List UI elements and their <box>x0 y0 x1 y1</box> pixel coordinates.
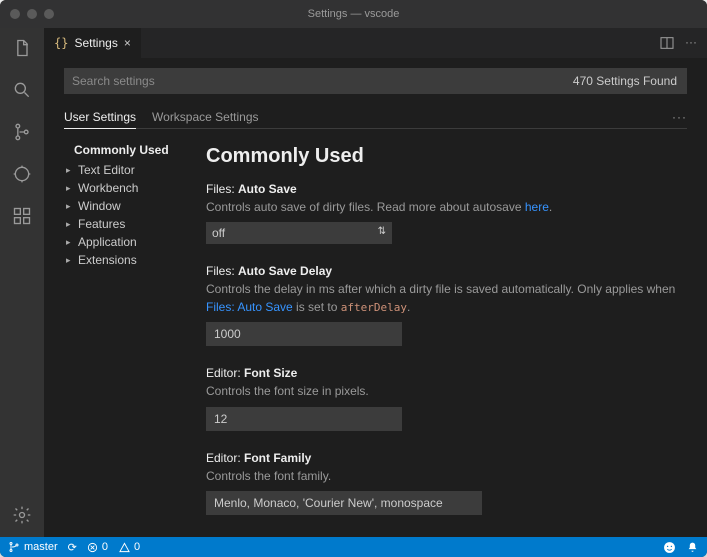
tree-item-workbench[interactable]: ▸Workbench <box>64 179 194 197</box>
titlebar: Settings — vscode <box>0 0 707 28</box>
chevron-right-icon: ▸ <box>66 255 74 266</box>
setting-title: Editor: Font Size <box>206 366 683 380</box>
setting-font-family: Editor: Font Family Controls the font fa… <box>206 451 683 515</box>
chevron-right-icon: ▸ <box>66 201 74 212</box>
tab-actions: ··· <box>659 35 707 51</box>
status-bar: master ⟳ 0 0 <box>0 537 707 557</box>
close-tab-button[interactable]: × <box>124 36 131 50</box>
status-branch[interactable]: master <box>8 541 58 553</box>
chevron-right-icon: ▸ <box>66 183 74 194</box>
setting-description: Controls the delay in ms after which a d… <box>206 281 683 316</box>
settings-content: 470 Settings Found User Settings Workspa… <box>44 58 707 537</box>
search-input[interactable] <box>64 68 563 94</box>
auto-save-select[interactable]: off <box>206 222 392 244</box>
tab-label: Settings <box>74 36 117 50</box>
source-control-icon[interactable] <box>10 120 34 144</box>
files-icon[interactable] <box>10 36 34 60</box>
debug-icon[interactable] <box>10 162 34 186</box>
app-body: {} Settings × ··· 470 Settings Found <box>0 28 707 537</box>
setting-description: Controls auto save of dirty files. Read … <box>206 199 683 216</box>
split-editor-icon[interactable] <box>659 35 675 51</box>
setting-auto-save-delay: Files: Auto Save Delay Controls the dela… <box>206 264 683 346</box>
tree-header[interactable]: Commonly Used <box>64 141 194 161</box>
maximize-window-button[interactable] <box>44 9 54 19</box>
tree-item-window[interactable]: ▸Window <box>64 197 194 215</box>
tab-bar: {} Settings × ··· <box>44 28 707 58</box>
app-window: Settings — vscode <box>0 0 707 557</box>
setting-auto-save: Files: Auto Save Controls auto save of d… <box>206 182 683 244</box>
status-bell-icon[interactable] <box>686 541 699 554</box>
page-title: Commonly Used <box>206 145 683 168</box>
setting-title: Editor: Font Family <box>206 451 683 465</box>
tree-item-application[interactable]: ▸Application <box>64 233 194 251</box>
settings-split: Commonly Used ▸Text Editor ▸Workbench ▸W… <box>64 137 687 537</box>
autosave-doc-link[interactable]: here <box>525 200 549 214</box>
activity-bar <box>0 28 44 537</box>
editor-area: {} Settings × ··· 470 Settings Found <box>44 28 707 537</box>
setting-description: Controls the font size in pixels. <box>206 383 683 400</box>
tree-item-text-editor[interactable]: ▸Text Editor <box>64 161 194 179</box>
tree-item-extensions[interactable]: ▸Extensions <box>64 251 194 269</box>
font-family-input[interactable] <box>206 491 482 515</box>
more-actions-icon[interactable]: ··· <box>685 35 697 51</box>
status-sync[interactable]: ⟳ <box>68 541 77 554</box>
more-scope-actions[interactable]: ··· <box>672 110 687 124</box>
tab-settings[interactable]: {} Settings × <box>44 28 141 58</box>
extensions-icon[interactable] <box>10 204 34 228</box>
window-title: Settings — vscode <box>0 8 707 20</box>
settings-list[interactable]: Commonly Used Files: Auto Save Controls … <box>194 137 687 537</box>
status-feedback-icon[interactable] <box>663 541 676 554</box>
scope-tabs: User Settings Workspace Settings ··· <box>64 106 687 129</box>
auto-save-delay-input[interactable] <box>206 322 402 346</box>
tab-user-settings[interactable]: User Settings <box>64 106 136 129</box>
window-controls <box>10 9 54 19</box>
gear-icon[interactable] <box>10 503 34 527</box>
search-result-count: 470 Settings Found <box>563 68 687 94</box>
setting-font-size: Editor: Font Size Controls the font size… <box>206 366 683 430</box>
font-size-input[interactable] <box>206 407 402 431</box>
setting-title: Files: Auto Save Delay <box>206 264 683 278</box>
settings-file-icon: {} <box>54 36 68 50</box>
tab-workspace-settings[interactable]: Workspace Settings <box>152 106 259 128</box>
search-icon[interactable] <box>10 78 34 102</box>
status-problems[interactable]: 0 0 <box>87 541 140 553</box>
settings-tree: Commonly Used ▸Text Editor ▸Workbench ▸W… <box>64 137 194 537</box>
chevron-right-icon: ▸ <box>66 237 74 248</box>
chevron-right-icon: ▸ <box>66 165 74 176</box>
setting-description: Controls the font family. <box>206 468 683 485</box>
auto-save-link[interactable]: Files: Auto Save <box>206 300 293 314</box>
tree-item-features[interactable]: ▸Features <box>64 215 194 233</box>
minimize-window-button[interactable] <box>27 9 37 19</box>
setting-title: Files: Auto Save <box>206 182 683 196</box>
search-row: 470 Settings Found <box>64 68 687 94</box>
close-window-button[interactable] <box>10 9 20 19</box>
chevron-right-icon: ▸ <box>66 219 74 230</box>
